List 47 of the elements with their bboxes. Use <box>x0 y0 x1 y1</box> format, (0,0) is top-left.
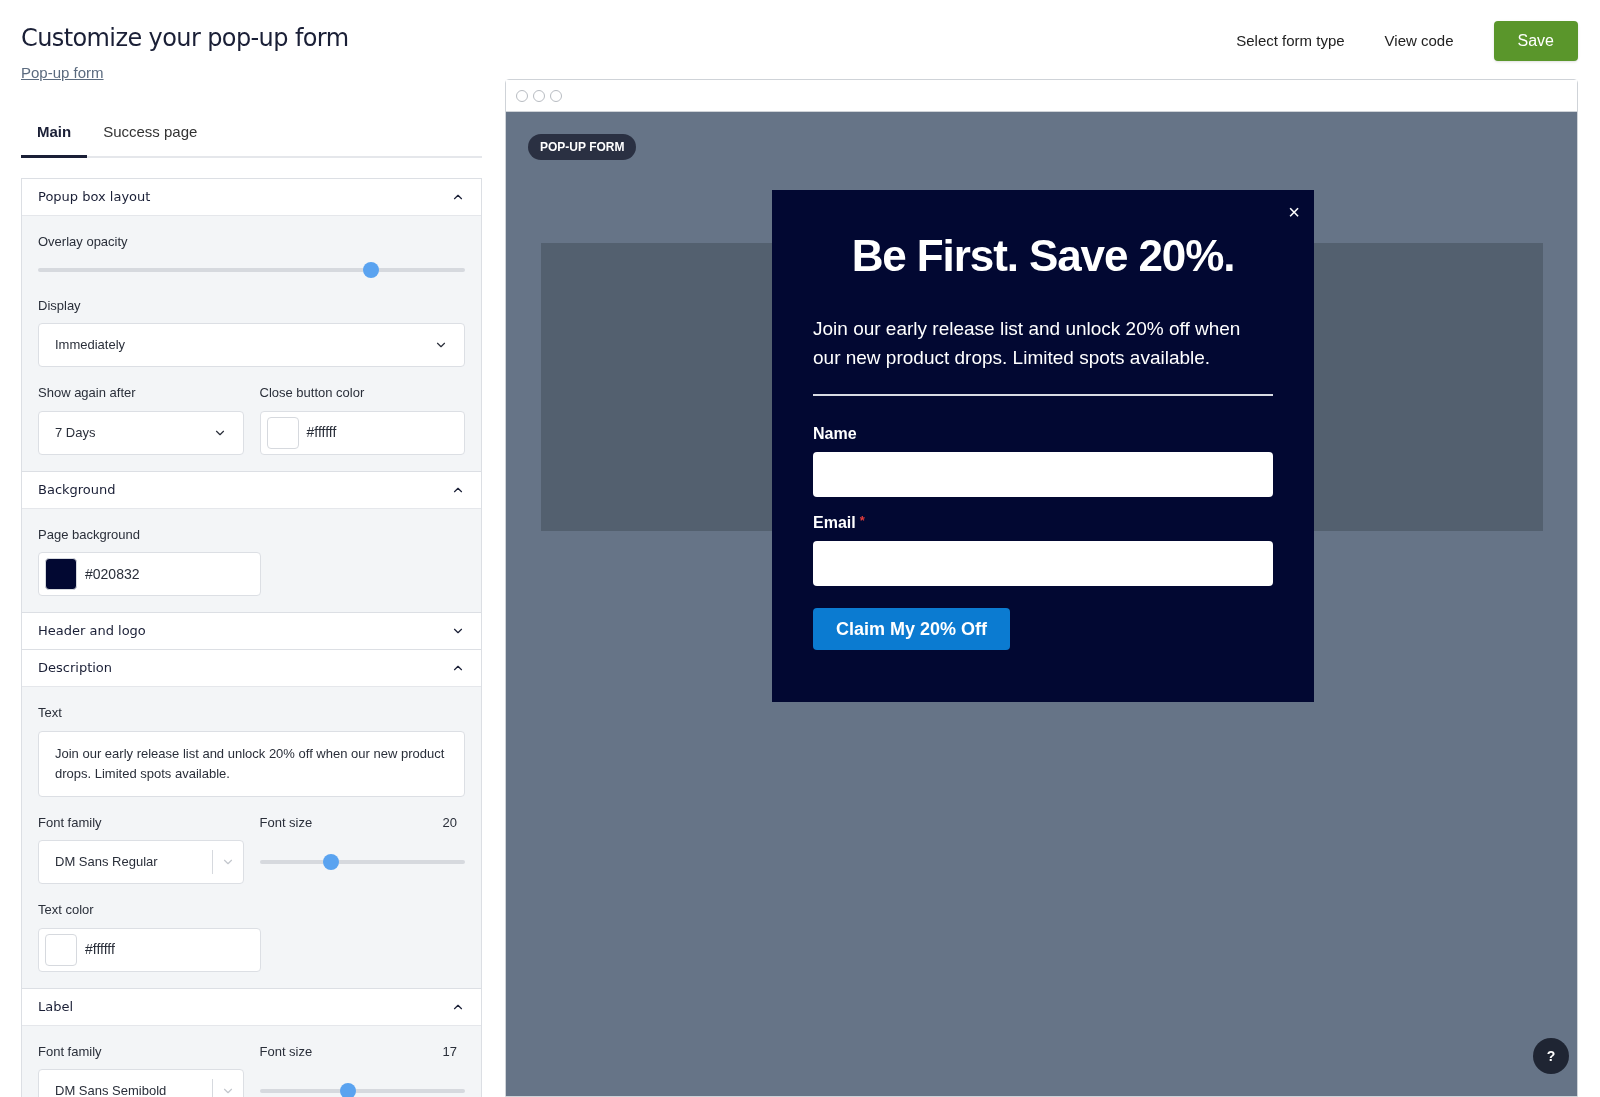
help-button[interactable]: ? <box>1533 1038 1569 1074</box>
field-label: Overlay opacity <box>38 233 128 251</box>
preview-badge: POP-UP FORM <box>528 134 637 160</box>
field-label: Font family <box>38 813 102 832</box>
field-label: Email <box>813 513 856 533</box>
field-label: Font size <box>259 1042 313 1061</box>
field-label: Page background <box>38 525 140 544</box>
tab[interactable]: Success page <box>87 120 214 158</box>
slider[interactable] <box>259 852 465 872</box>
field-label: Display <box>38 296 81 315</box>
field-label: Text color <box>38 901 94 919</box>
color-field[interactable]: #ffffff <box>38 927 261 972</box>
slider-thumb[interactable] <box>339 1083 356 1097</box>
select-field[interactable]: Immediately <box>38 323 465 367</box>
field-label: Name <box>813 424 857 444</box>
slider-thumb[interactable] <box>323 854 340 870</box>
color-swatch[interactable] <box>266 416 299 449</box>
field-label: Text <box>38 704 62 722</box>
text-area[interactable]: Join our early release list and unlock 20% off when our new product drops. Limited spots available. <box>38 730 465 797</box>
tab[interactable]: Main <box>21 120 88 158</box>
select-field[interactable]: 7 Days <box>38 410 244 455</box>
text-input[interactable] <box>813 452 1273 497</box>
field-label: Font family <box>38 1042 102 1061</box>
field-label: Font size <box>259 813 313 832</box>
header-link[interactable]: View code <box>1384 21 1454 61</box>
close-button[interactable]: × <box>1288 202 1300 222</box>
slider-value: 17 <box>442 1042 457 1061</box>
claim-button[interactable]: Claim My 20% Off <box>813 608 1011 650</box>
select-field[interactable]: DM Sans Semibold <box>38 1069 244 1097</box>
slider-value: 20 <box>442 813 457 832</box>
color-field[interactable]: #ffffff <box>259 410 465 455</box>
slider-thumb[interactable] <box>363 261 380 278</box>
slider[interactable] <box>259 1081 465 1097</box>
save-button[interactable]: Save <box>1493 21 1578 61</box>
required-mark: * <box>859 512 865 530</box>
field-label: Show again after <box>38 384 136 402</box>
select-field[interactable]: DM Sans Regular <box>38 840 244 884</box>
popup-description: Join our early release list and unlock 20% off when our new product drops. Limited spots available. <box>813 317 1242 370</box>
color-field[interactable]: #020832 <box>38 552 261 596</box>
text-input[interactable] <box>813 541 1273 586</box>
form-type-link[interactable]: Pop-up form <box>21 62 104 85</box>
color-swatch[interactable] <box>45 558 77 590</box>
color-swatch[interactable] <box>45 933 77 966</box>
header-link[interactable]: Select form type <box>1236 21 1345 61</box>
field-label: Close button color <box>259 384 365 402</box>
page-title: Customize your pop-up form <box>21 23 350 54</box>
popup-heading: Be First. Save 20%. <box>850 230 1236 282</box>
